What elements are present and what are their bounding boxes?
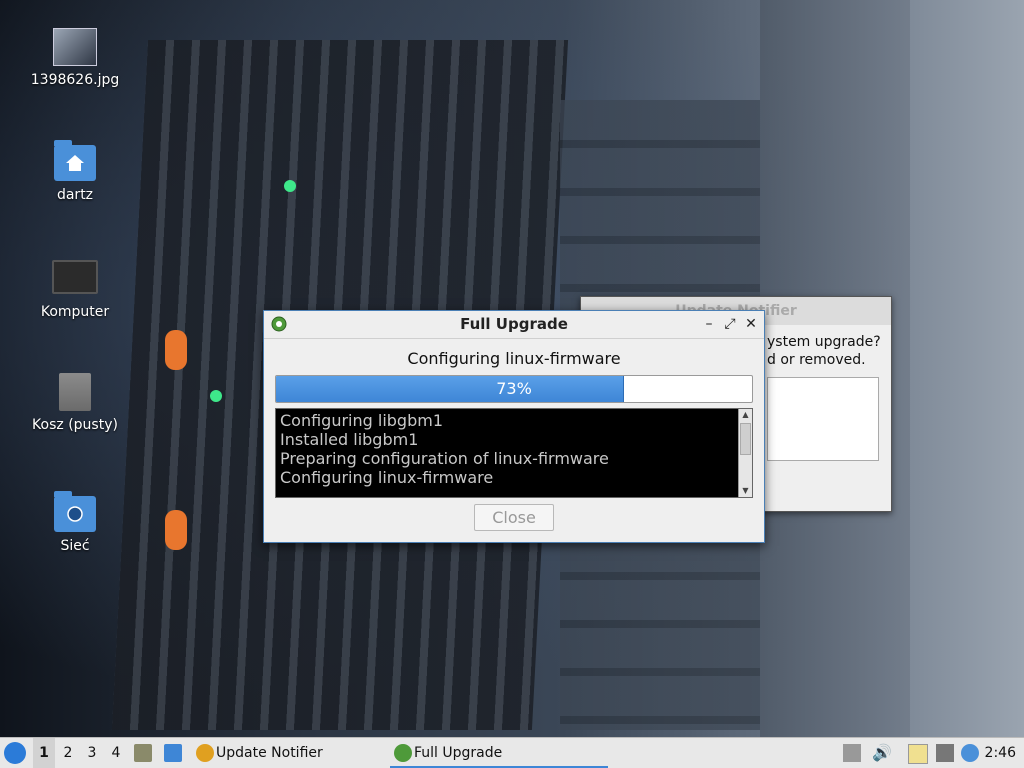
- maximize-button[interactable]: ⤢: [721, 315, 739, 333]
- scroll-down-icon[interactable]: ▼: [739, 485, 752, 497]
- clock[interactable]: 2:46: [985, 738, 1016, 768]
- task-label: Full Upgrade: [414, 745, 503, 761]
- progress-bar: 73%: [275, 375, 753, 403]
- computer-icon: [52, 260, 98, 294]
- update-notifier-text-line2: d or removed.: [767, 352, 866, 368]
- workspace-2[interactable]: 2: [57, 738, 79, 768]
- log-scrollbar[interactable]: ▲ ▼: [738, 409, 752, 497]
- desktop-icon-label: dartz: [56, 187, 94, 203]
- dialog-title: Full Upgrade: [460, 315, 568, 333]
- scroll-up-icon[interactable]: ▲: [739, 409, 752, 421]
- log-lines: Configuring libgbm1 Installed libgbm1 Pr…: [280, 411, 736, 487]
- desktop-icon-image[interactable]: 1398626.jpg: [25, 28, 125, 88]
- green-led-decoration: [210, 390, 222, 402]
- close-window-button[interactable]: ✕: [742, 315, 760, 333]
- update-notifier-list[interactable]: [767, 377, 879, 461]
- clipboard-icon[interactable]: [908, 744, 928, 764]
- image-file-icon: [53, 28, 97, 66]
- desktop-icon-trash[interactable]: Kosz (pusty): [25, 373, 125, 433]
- minimize-button[interactable]: –: [700, 315, 718, 333]
- desktop-icon-computer[interactable]: Komputer: [25, 260, 125, 320]
- desktop-icon-label: Sieć: [60, 538, 90, 554]
- workspace-1[interactable]: 1: [33, 738, 55, 768]
- home-folder-icon: [54, 140, 96, 181]
- log-line: Preparing configuration of linux-firmwar…: [280, 449, 609, 468]
- update-notifier-text: ystem upgrade? d or removed.: [767, 333, 887, 369]
- scrollbar-thumb[interactable]: [740, 423, 751, 455]
- task-update-notifier[interactable]: Update Notifier: [192, 738, 406, 768]
- task-full-upgrade[interactable]: Full Upgrade: [390, 738, 608, 768]
- gear-icon: [394, 744, 412, 762]
- dialog-titlebar[interactable]: Full Upgrade – ⤢ ✕: [264, 311, 764, 339]
- workspace-4[interactable]: 4: [105, 738, 127, 768]
- full-upgrade-dialog[interactable]: Full Upgrade – ⤢ ✕ Configuring linux-fir…: [263, 310, 765, 543]
- network-icon[interactable]: [936, 744, 954, 762]
- log-line: Configuring libgbm1: [280, 411, 444, 430]
- desktop-icon-label: Komputer: [40, 304, 110, 320]
- desktop-icon-label: Kosz (pusty): [32, 417, 118, 433]
- start-menu-icon[interactable]: [4, 742, 26, 764]
- log-line: Configuring linux-firmware: [280, 468, 494, 487]
- desktop-icon-label: 1398626.jpg: [30, 72, 120, 88]
- update-available-icon[interactable]: [961, 744, 979, 762]
- log-line: Installed libgbm1: [280, 430, 419, 449]
- update-notifier-icon: [196, 744, 214, 762]
- desktop-icon-home[interactable]: dartz: [25, 140, 125, 203]
- green-led-decoration: [284, 180, 296, 192]
- network-folder-icon: [54, 491, 96, 532]
- trash-icon: [59, 373, 91, 411]
- workspace-3[interactable]: 3: [81, 738, 103, 768]
- file-manager-icon[interactable]: [134, 744, 152, 762]
- show-desktop-icon[interactable]: [164, 744, 182, 762]
- status-text: Configuring linux-firmware: [407, 349, 621, 368]
- eject-icon[interactable]: [843, 744, 861, 762]
- desktop-icon-network[interactable]: Sieć: [25, 491, 125, 554]
- orange-latch-decoration: [165, 330, 187, 370]
- orange-latch-decoration: [165, 510, 187, 550]
- close-button[interactable]: Close: [474, 504, 554, 531]
- volume-icon[interactable]: 🔊: [872, 744, 892, 762]
- update-notifier-text-line1: ystem upgrade?: [767, 334, 881, 350]
- log-output[interactable]: Configuring libgbm1 Installed libgbm1 Pr…: [275, 408, 753, 498]
- taskbar: 1 2 3 4 Update Notifier Full Upgrade 🔊 2…: [0, 737, 1024, 768]
- progress-label: 73%: [496, 379, 532, 398]
- task-label: Update Notifier: [216, 745, 323, 761]
